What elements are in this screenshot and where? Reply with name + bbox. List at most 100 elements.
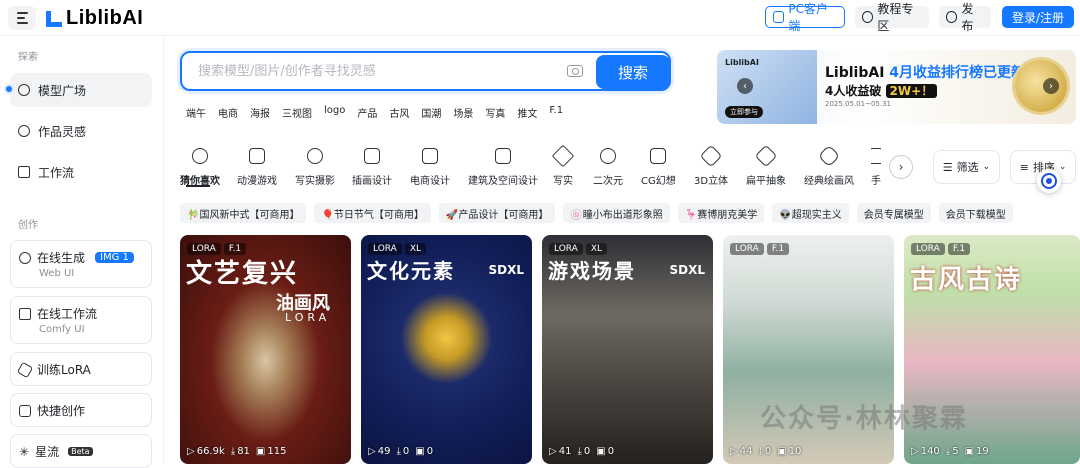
card-sub: Comfy UI [39,324,85,335]
category-next-icon[interactable]: › [889,155,913,179]
login-button[interactable]: 登录/注册 [1002,6,1074,28]
hotword[interactable]: F.1 [549,105,563,120]
filter-button[interactable]: ☰ 筛选 ⌄ [933,150,1000,184]
pen-icon [551,144,575,168]
tab-truncated[interactable]: 手 [871,148,881,187]
tab-anime[interactable]: 二次元 [593,148,623,187]
search-button[interactable]: 搜索 [596,55,670,89]
monitor-icon [773,11,785,23]
tab-label: 经典绘画风 [804,176,854,187]
hotword[interactable]: 产品 [357,105,377,120]
brush-icon [817,144,841,168]
tab-cg-fantasy[interactable]: CG幻想 [641,148,676,187]
hotword[interactable]: 推文 [517,105,537,120]
stat-value: 10 [788,446,802,457]
tag-chip[interactable]: 会员下载模型 [938,203,1013,223]
sidebar-card-online-generate[interactable]: 在线生成 IMG 1 Web UI [10,240,152,288]
card-label: 在线生成 [37,251,86,265]
hot-keywords: 端午 电商 海报 三视图 logo 产品 古风 国潮 场景 写真 推文 F.1 [186,105,575,120]
tab-illustration[interactable]: 插画设计 [352,148,392,187]
tab-3d[interactable]: 3D立体 [694,144,729,187]
tag-chip[interactable]: 🦩赛博朋克美学 [677,203,765,223]
tag-chip[interactable]: 🎈节日节气【可商用】 [314,203,431,223]
stat-value: 81 [237,446,250,457]
type-tag: LORA [368,243,402,255]
card-stats: ▷ 41 ⤓ 0 ▣ 0 [549,446,614,457]
model-card[interactable]: LORA XL 文化元素 SDXL ▷ 49 ⤓ 0 ▣ 0 [361,235,532,464]
model-card[interactable]: LORA F.1 文艺复兴 油画风 LORA ▷ 66.9k ⤓ 81 ▣ 115 [180,235,351,464]
coin-icon [1015,60,1067,112]
sidebar-item-label: 模型广场 [38,83,87,98]
publish-button[interactable]: 发布 [939,2,991,33]
menu-icon[interactable] [8,6,36,30]
sidebar-card-quick-create[interactable]: 快捷创作 [10,393,152,427]
tutorial-button[interactable]: 教程专区 [855,2,929,33]
banner-date: 2025.05.01~05.31 [825,100,891,108]
sidebar-card-train-lora[interactable]: 训练LoRA [10,352,152,386]
hotword[interactable]: logo [324,105,345,120]
tab-ecommerce[interactable]: 电商设计 [410,148,450,187]
stat-value: 19 [976,446,989,457]
sidebar-item-inspiration[interactable]: 作品灵感 [10,114,152,148]
stat-value: 115 [267,446,287,457]
hotword[interactable]: 电商 [218,105,238,120]
type-tag: F.1 [766,243,790,255]
pc-client-button[interactable]: PC客户端 [765,2,845,33]
hotword[interactable]: 场景 [453,105,473,120]
tag-chip[interactable]: 会员专属模型 [856,203,931,223]
tab-label: 二次元 [593,176,623,187]
hotword[interactable]: 端午 [186,105,206,120]
tag-chip[interactable]: 👽超现实主义 [772,203,849,223]
search-input[interactable] [198,61,538,81]
tab-label: 扁平抽象 [746,176,786,187]
tag-chip[interactable]: 🎋国风新中式【可商用】 [180,203,307,223]
type-tag: LORA [730,243,764,255]
tab-flat-abstract[interactable]: 扁平抽象 [746,144,786,187]
banner-join-button[interactable]: 立即参与 [725,106,763,118]
card-type-tags: LORA F.1 [911,243,971,255]
tab-label: 写实 [553,176,573,187]
camera-icon[interactable] [567,65,583,77]
hotword[interactable]: 三视图 [282,105,312,120]
promo-banner[interactable]: LiblibAI 立即参与 LiblibAI 4月收益排行榜已更新 4人收益破 … [717,50,1076,124]
building-icon [495,148,511,164]
banner-prev-icon[interactable]: ‹ [737,78,753,94]
banner-next-icon[interactable]: › [1043,78,1059,94]
image-count: ▣ 19 [964,446,989,457]
top-bar: LiblibAI PC客户端 教程专区 发布 登录/注册 [0,0,1080,36]
tab-realistic[interactable]: 写实 [551,144,575,187]
tab-label: 3D立体 [694,176,729,187]
watermark: 公众号·林林聚霖 [760,404,968,434]
card-title: 游戏场景 [548,259,636,283]
img-badge: IMG 1 [95,252,134,263]
model-card[interactable]: LORA XL 游戏场景 SDXL ▷ 41 ⤓ 0 ▣ 0 [542,235,713,464]
tab-classic-painting[interactable]: 经典绘画风 [804,144,854,187]
tab-photo[interactable]: 写实摄影 [295,148,335,187]
sidebar-card-online-workflow[interactable]: 在线工作流 Comfy UI [10,296,152,344]
card-stats: ▷ 140 ⤓ 5 ▣ 19 [911,446,989,457]
tab-anime-game[interactable]: 动漫游戏 [237,148,277,187]
hotword[interactable]: 海报 [250,105,270,120]
logo[interactable]: LiblibAI [46,6,143,30]
hotword[interactable]: 古风 [389,105,409,120]
card-sdxl-text: SDXL [669,263,705,277]
hotword[interactable]: 国潮 [421,105,441,120]
plus-circle-icon [946,11,958,23]
publish-label: 发布 [961,2,974,33]
hotword[interactable]: 写真 [485,105,505,120]
tab-architecture[interactable]: 建筑及空间设计 [468,148,538,187]
section-create: 创作 [18,220,38,231]
type-tag: LORA [549,243,583,255]
tab-guess-you-like[interactable]: 猜你喜欢 [180,148,220,187]
sidebar-item-model-square[interactable]: 模型广场 [4,73,152,107]
sidebar-card-star-flow[interactable]: ✳ 星流 Beta [10,434,152,468]
floating-assistant-icon[interactable] [1037,169,1061,193]
banner-line2: 4人收益破 2W+！ [825,82,938,99]
star-flow-icon: ✳ [19,444,30,459]
tag-chip[interactable]: 🚀产品设计【可商用】 [438,203,556,223]
tag-chip[interactable]: 🍥瞳小布出道形象照 [563,203,670,223]
sidebar-item-workflow[interactable]: 工作流 [10,155,152,189]
card-type-tags: LORA XL [549,243,608,255]
tab-label: CG幻想 [641,176,676,187]
banner-left-art: LiblibAI 立即参与 [717,50,817,124]
